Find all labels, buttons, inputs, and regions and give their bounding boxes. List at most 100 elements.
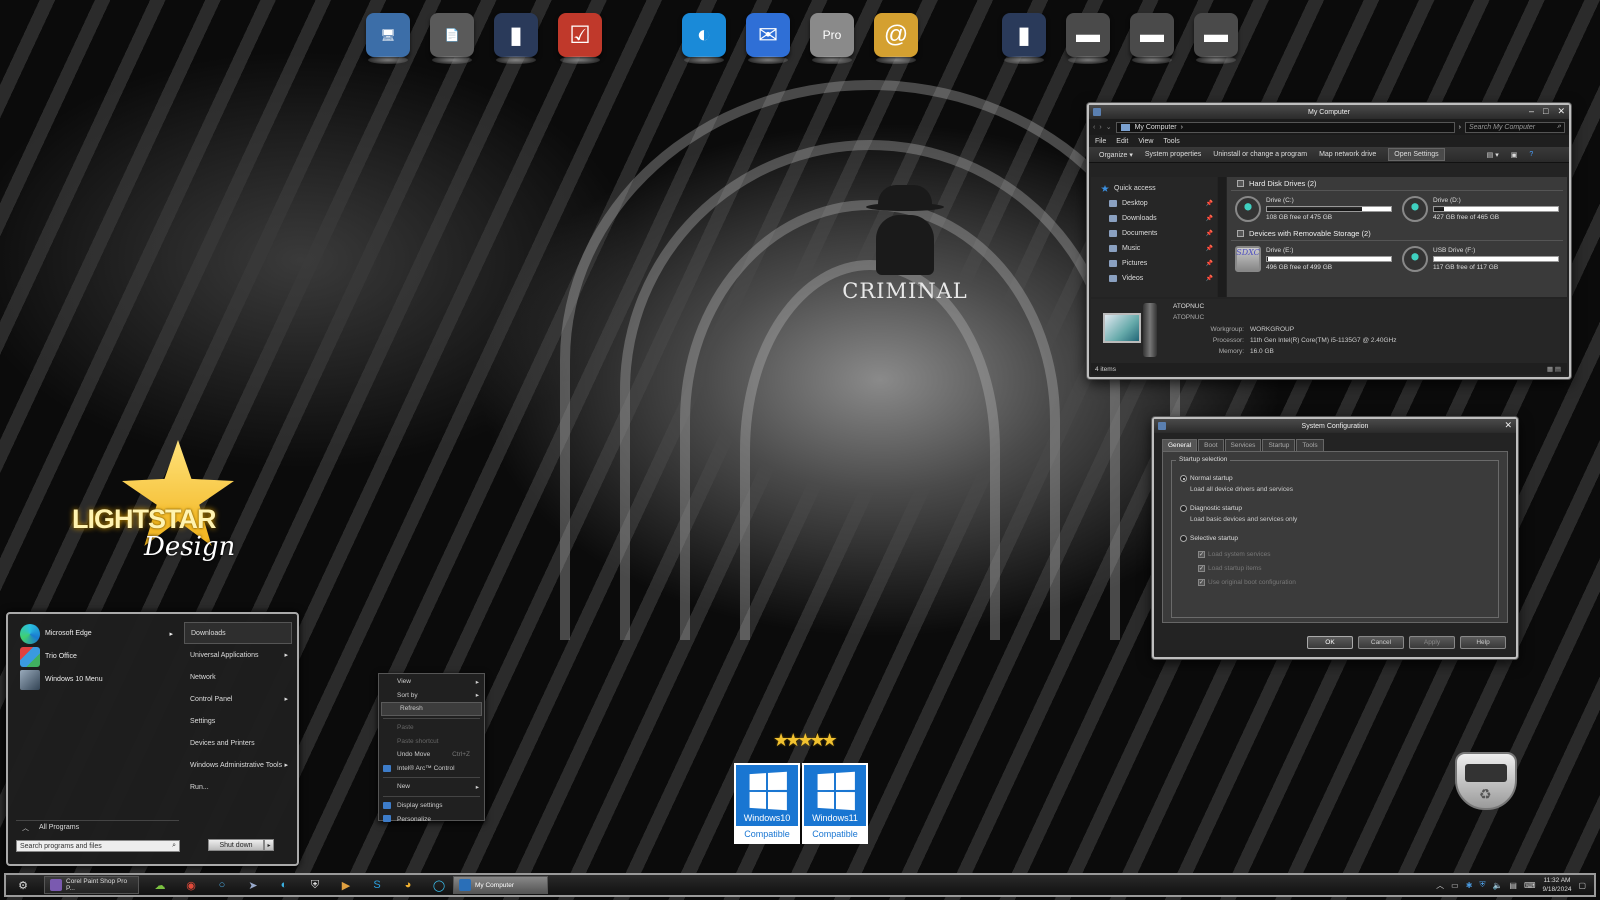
checklist-icon[interactable]: ☑ xyxy=(554,6,606,64)
media-icon[interactable]: ▶ xyxy=(336,876,356,894)
selective-startup-radio[interactable]: Selective startup xyxy=(1180,535,1490,542)
recent-chevron-icon[interactable]: ⌄ xyxy=(1106,123,1112,131)
system-tower-icon[interactable]: ▮ xyxy=(490,6,542,64)
link-control-panel[interactable]: Control Panel ▸ xyxy=(184,688,292,710)
folder-icon[interactable]: ▬ xyxy=(1062,6,1114,64)
address-field[interactable]: My Computer › xyxy=(1115,121,1455,133)
ctx-intel-arc[interactable]: Intel® Arc™ Control xyxy=(379,762,484,776)
taskbar-corel-paintshop[interactable]: Corel Paint Shop Pro P... xyxy=(44,876,139,894)
drive-item[interactable]: Drive (C:) 108 GB free of 475 GB xyxy=(1235,195,1392,223)
group-header-removable[interactable]: Devices with Removable Storage (2) xyxy=(1231,227,1563,241)
taskbar-my-computer[interactable]: My Computer xyxy=(453,876,548,894)
opera-icon[interactable]: ○ xyxy=(212,876,232,894)
ctx-new[interactable]: New ▸ xyxy=(379,780,484,794)
maximize-icon[interactable]: □ xyxy=(1543,106,1548,117)
drive-item[interactable]: SDXC Drive (E:) 496 GB free of 499 GB xyxy=(1235,245,1392,273)
skype-icon[interactable]: S xyxy=(367,876,387,894)
tab-startup[interactable]: Startup xyxy=(1262,439,1296,451)
refresh-icon[interactable]: › xyxy=(1459,124,1461,131)
nav-videos[interactable]: Videos 📌 xyxy=(1091,271,1217,286)
all-programs-button[interactable]: ︿ All Programs xyxy=(16,820,179,834)
ctx-sort-by[interactable]: Sort by ▸ xyxy=(379,689,484,703)
ctx-display-settings[interactable]: Display settings xyxy=(379,799,484,813)
tab-tools[interactable]: Tools xyxy=(1296,439,1324,451)
back-icon[interactable]: ‹ xyxy=(1093,124,1095,131)
open-settings-button[interactable]: Open Settings xyxy=(1388,148,1445,161)
system-properties-button[interactable]: System properties xyxy=(1145,151,1201,158)
security-icon[interactable]: ⛨ xyxy=(1479,880,1485,890)
link-settings[interactable]: Settings xyxy=(184,710,292,732)
ok-button[interactable]: OK xyxy=(1307,636,1353,649)
link-devices-and-printers[interactable]: Devices and Printers xyxy=(184,732,292,754)
weather-icon[interactable]: ◕ xyxy=(398,876,418,894)
drive-item[interactable]: Drive (D:) 427 GB free of 465 GB xyxy=(1402,195,1559,223)
close-icon[interactable]: ✕ xyxy=(1504,420,1512,431)
nav-documents[interactable]: Documents 📌 xyxy=(1091,226,1217,241)
ctx-paste[interactable]: Paste xyxy=(379,721,484,735)
tab-general[interactable]: General xyxy=(1162,439,1198,451)
ctx-paste-shortcut[interactable]: Paste shortcut xyxy=(379,734,484,748)
ctx-personalize[interactable]: Personalize xyxy=(379,812,484,826)
documents-icon[interactable]: 📄 xyxy=(426,6,478,64)
menu-file[interactable]: File xyxy=(1095,138,1106,145)
link-universal-applications[interactable]: Universal Applications ▸ xyxy=(184,644,292,666)
shut-down-button[interactable]: Shut down xyxy=(208,839,264,851)
tab-services[interactable]: Services xyxy=(1224,439,1262,451)
uninstall-program-button[interactable]: Uninstall or change a program xyxy=(1213,151,1307,158)
drive-item[interactable]: USB Drive (F:) 117 GB free of 117 GB xyxy=(1402,245,1559,273)
help-button[interactable]: Help xyxy=(1460,636,1506,649)
apply-button[interactable]: Apply xyxy=(1409,636,1455,649)
menu-edit[interactable]: Edit xyxy=(1116,138,1128,145)
nav-quick-access[interactable]: Quick access xyxy=(1091,181,1217,196)
program-trio-office[interactable]: Trio Office xyxy=(16,645,179,668)
ctx-undo-move[interactable]: Undo Move Ctrl+Z xyxy=(379,748,484,762)
chrome-icon[interactable]: ◉ xyxy=(181,876,201,894)
start-button[interactable]: ⚙ xyxy=(6,876,40,894)
group-header-hdd[interactable]: Hard Disk Drives (2) xyxy=(1231,177,1563,191)
system-tower-2-icon[interactable]: ▮ xyxy=(998,6,1050,64)
ctx-refresh[interactable]: Refresh xyxy=(381,702,482,716)
normal-startup-radio[interactable]: Normal startup xyxy=(1180,475,1490,482)
start-search-input[interactable]: Search programs and files ⌕ xyxy=(16,840,180,852)
close-icon[interactable]: ✕ xyxy=(1557,106,1565,117)
link-run[interactable]: Run... xyxy=(184,776,292,798)
cursor-icon[interactable]: ➤ xyxy=(243,876,263,894)
menu-tools[interactable]: Tools xyxy=(1163,138,1179,145)
thunderbird-icon[interactable]: ✉ xyxy=(742,6,794,64)
load-system-services-checkbox[interactable]: ✓ Load system services xyxy=(1180,551,1490,558)
nav-scrollbar[interactable] xyxy=(1218,177,1226,297)
nav-desktop[interactable]: Desktop 📌 xyxy=(1091,196,1217,211)
forward-icon[interactable]: › xyxy=(1099,124,1101,131)
title-bar[interactable]: My Computer – □ ✕ xyxy=(1089,105,1569,119)
bluetooth-icon[interactable]: ✱ xyxy=(1466,881,1473,890)
shut-down-options-icon[interactable]: ▸ xyxy=(264,839,274,851)
edge-taskbar-icon[interactable]: ◐ xyxy=(274,876,294,894)
recycle-bin-icon[interactable] xyxy=(1449,752,1521,818)
nav-pictures[interactable]: Pictures 📌 xyxy=(1091,256,1217,271)
folder-2-icon[interactable]: ▬ xyxy=(1126,6,1178,64)
cloud-icon[interactable]: ☁ xyxy=(150,876,170,894)
search-input[interactable]: Search My Computer ⌕ xyxy=(1465,121,1565,133)
use-original-boot-config-checkbox[interactable]: ✓ Use original boot configuration xyxy=(1180,579,1490,586)
cancel-button[interactable]: Cancel xyxy=(1358,636,1404,649)
menu-view[interactable]: View xyxy=(1138,138,1153,145)
tab-boot[interactable]: Boot xyxy=(1198,439,1224,451)
link-windows-admin-tools[interactable]: Windows Administrative Tools ▸ xyxy=(184,754,292,776)
view-options-icon[interactable]: ▤ ▾ xyxy=(1487,151,1499,159)
folder-3-icon[interactable]: ▬ xyxy=(1190,6,1242,64)
volume-icon[interactable]: 🔈 xyxy=(1492,881,1502,890)
program-microsoft-edge[interactable]: Microsoft Edge ▸ xyxy=(16,622,179,645)
nav-music[interactable]: Music 📌 xyxy=(1091,241,1217,256)
organize-button[interactable]: Organize ▾ xyxy=(1099,151,1133,159)
usb-icon[interactable]: ▭ xyxy=(1451,881,1459,890)
clock[interactable]: 11:32 AM 9/18/2024 xyxy=(1543,876,1572,894)
network-icon[interactable]: ▤ xyxy=(1509,881,1517,890)
cortana-icon[interactable]: ◯ xyxy=(429,876,449,894)
preview-pane-icon[interactable]: ▣ xyxy=(1511,151,1518,159)
minimize-icon[interactable]: – xyxy=(1529,106,1534,117)
my-computer-icon[interactable]: 🖥 xyxy=(362,6,414,64)
diagnostic-startup-radio[interactable]: Diagnostic startup xyxy=(1180,505,1490,512)
load-startup-items-checkbox[interactable]: ✓ Load startup items xyxy=(1180,565,1490,572)
map-network-drive-button[interactable]: Map network drive xyxy=(1319,151,1376,158)
ctx-view[interactable]: View ▸ xyxy=(379,675,484,689)
